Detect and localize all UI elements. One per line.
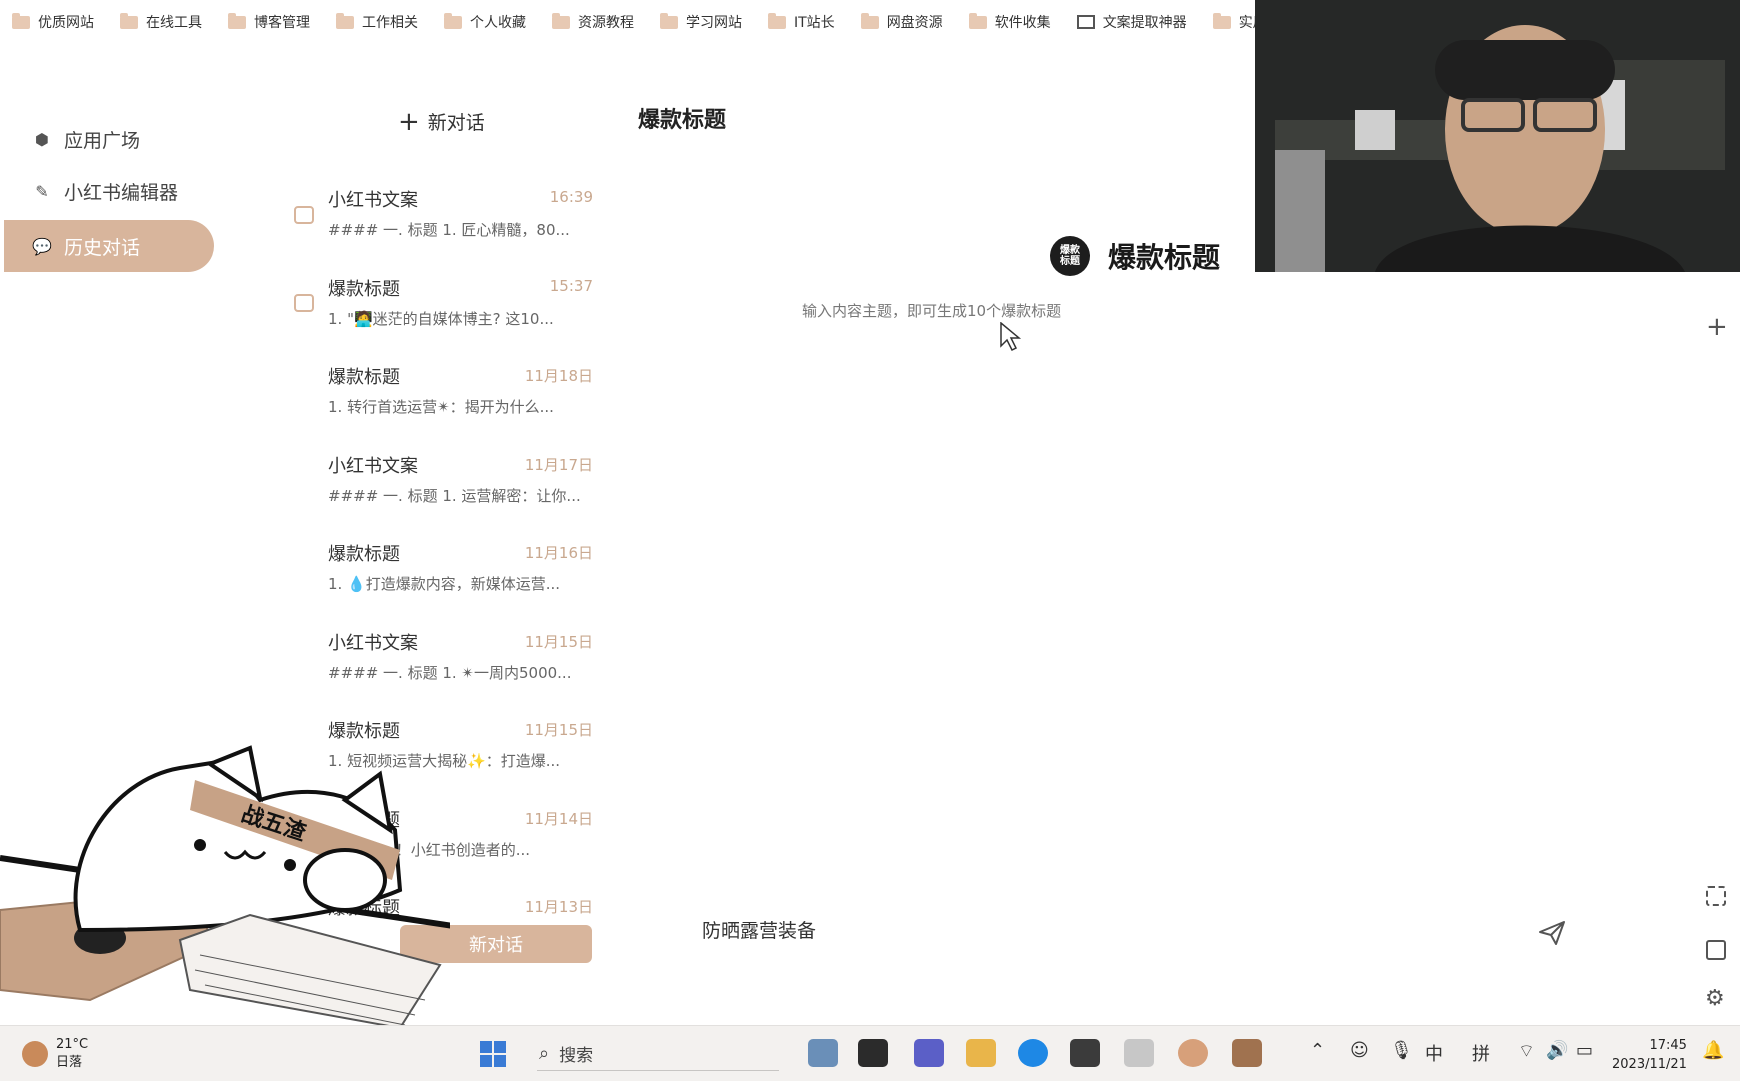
- bookmark-item[interactable]: 学习网站: [660, 12, 742, 32]
- screenshot-icon[interactable]: [1706, 886, 1726, 906]
- message-input[interactable]: 防晒露营装备: [690, 902, 1570, 962]
- bookmark-item[interactable]: 文案提取神器: [1076, 12, 1187, 32]
- monitor-icon: [1076, 15, 1095, 29]
- chat-bubble-icon: [294, 294, 314, 312]
- cube-icon: ⬢: [35, 129, 49, 149]
- sidebar-item-editor[interactable]: ✎ 小红书编辑器: [4, 168, 214, 214]
- app-logo: 爆款标题: [1050, 236, 1090, 276]
- new-chat-button[interactable]: + 新对话: [398, 108, 485, 135]
- list-item[interactable]: 小红书文案 11月17日 #### 一. 标题 1. 运营解密：让你...: [328, 452, 598, 541]
- page-title: 爆款标题: [638, 108, 727, 133]
- folder-icon: [768, 12, 786, 29]
- taskbar: 21°C 日落 ⌕ 搜索 ⌃ ☺ 🎙 中 拼 ⌔ 🔊 ▭ 17:45 2023/…: [0, 1025, 1740, 1081]
- folder-icon: [860, 12, 879, 29]
- search-icon: ⌕: [539, 1042, 550, 1064]
- presenter-video: [1255, 0, 1740, 272]
- app-name: 爆款标题: [1108, 241, 1221, 274]
- bookmark-item[interactable]: 在线工具: [120, 12, 202, 32]
- sidebar-nav: ⬢ 应用广场 ✎ 小红书编辑器 💬 历史对话: [0, 110, 225, 278]
- sidebar-item-app-square[interactable]: ⬢ 应用广场: [4, 116, 214, 162]
- battery-icon[interactable]: ▭: [1576, 1040, 1593, 1061]
- weather-icon: [22, 1041, 48, 1067]
- folder-icon: [120, 12, 138, 29]
- mouse-cursor-icon: [1000, 322, 1022, 352]
- folder-icon: [444, 12, 462, 29]
- bookmark-item[interactable]: 软件收集: [968, 12, 1051, 32]
- weather-widget[interactable]: 21°C 日落: [22, 1036, 88, 1072]
- tray-app-icon[interactable]: ☺: [1350, 1040, 1369, 1061]
- bookmark-item[interactable]: IT站长: [768, 12, 835, 32]
- add-icon[interactable]: +: [1706, 312, 1728, 342]
- app-header: 爆款标题 爆款标题: [1050, 236, 1220, 276]
- bookmark-item[interactable]: 博客管理: [228, 12, 310, 32]
- clock[interactable]: 17:45 2023/11/21: [1612, 1036, 1687, 1074]
- folder-icon: [968, 12, 987, 29]
- ime-lang[interactable]: 中: [1425, 1040, 1443, 1066]
- bookmark-item[interactable]: 优质网站: [12, 12, 94, 32]
- bookmark-item[interactable]: 网盘资源: [860, 12, 943, 32]
- notification-bell-icon[interactable]: 🔔: [1702, 1040, 1724, 1061]
- taskbar-search[interactable]: ⌕ 搜索: [537, 1036, 779, 1071]
- volume-icon[interactable]: 🔊: [1546, 1040, 1568, 1061]
- chat-icon: 💬: [32, 236, 52, 256]
- cat-eye: [194, 839, 206, 851]
- notepad-icon[interactable]: [1124, 1039, 1154, 1067]
- file-explorer-icon[interactable]: [966, 1039, 996, 1067]
- list-item[interactable]: 爆款标题 11月16日 1. 💧打造爆款内容，新媒体运营...: [328, 540, 598, 629]
- windows-start-icon[interactable]: [480, 1041, 506, 1067]
- webcam-overlay: [1255, 0, 1740, 272]
- bookmark-item[interactable]: 资源教程: [552, 12, 634, 32]
- list-item[interactable]: 爆款标题 15:37 1. "🧑‍💻迷茫的自媒体博主? 这10...: [328, 275, 598, 364]
- sidebar-item-history[interactable]: 💬 历史对话: [4, 220, 214, 272]
- folder-icon: [660, 12, 678, 29]
- taskbar-app-icon[interactable]: [808, 1039, 838, 1067]
- bookmark-item[interactable]: 个人收藏: [444, 12, 526, 32]
- edge-icon[interactable]: [1018, 1039, 1048, 1067]
- folder-icon: [228, 12, 246, 29]
- sidebar-toggle-icon[interactable]: [1706, 940, 1726, 960]
- list-item[interactable]: 爆款标题 11月18日 1. 转行首选运营✴：揭开为什么...: [328, 363, 598, 452]
- taskbar-app-icon[interactable]: [1070, 1039, 1100, 1067]
- folder-icon: [1212, 12, 1231, 29]
- folder-icon: [552, 12, 570, 29]
- chat-bubble-icon: [294, 206, 314, 224]
- send-icon[interactable]: [1538, 920, 1566, 946]
- taskbar-app-icon[interactable]: [1232, 1039, 1262, 1067]
- teams-icon[interactable]: [914, 1039, 944, 1067]
- taskbar-app-icon[interactable]: [1178, 1039, 1208, 1067]
- list-item[interactable]: 小红书文案 11月15日 #### 一. 标题 1. ✴一周内5000...: [328, 629, 598, 718]
- gear-icon[interactable]: ⚙: [1705, 986, 1725, 1011]
- cat-paw: [303, 848, 387, 912]
- microphone-icon[interactable]: 🎙: [1390, 1040, 1413, 1061]
- chevron-up-icon[interactable]: ⌃: [1310, 1040, 1325, 1061]
- cat-illustration: 战五渣: [0, 745, 481, 1030]
- plus-icon: +: [398, 106, 420, 137]
- wifi-icon[interactable]: ⌔: [1518, 1040, 1535, 1063]
- keyboard: [178, 913, 442, 1030]
- folder-icon: [12, 12, 30, 29]
- folder-icon: [336, 12, 354, 29]
- cat-eye: [284, 859, 296, 871]
- cat-keyboard-sticker: 战五渣: [0, 740, 481, 1030]
- app-description: 输入内容主题，即可生成10个爆款标题: [802, 302, 1062, 320]
- taskbar-app-icon[interactable]: [858, 1039, 888, 1067]
- list-item[interactable]: 小红书文案 16:39 #### 一. 标题 1. 匠心精髓，80...: [328, 186, 598, 275]
- edit-icon: ✎: [35, 181, 49, 201]
- bookmark-item[interactable]: 工作相关: [336, 12, 418, 32]
- ime-mode[interactable]: 拼: [1472, 1040, 1490, 1066]
